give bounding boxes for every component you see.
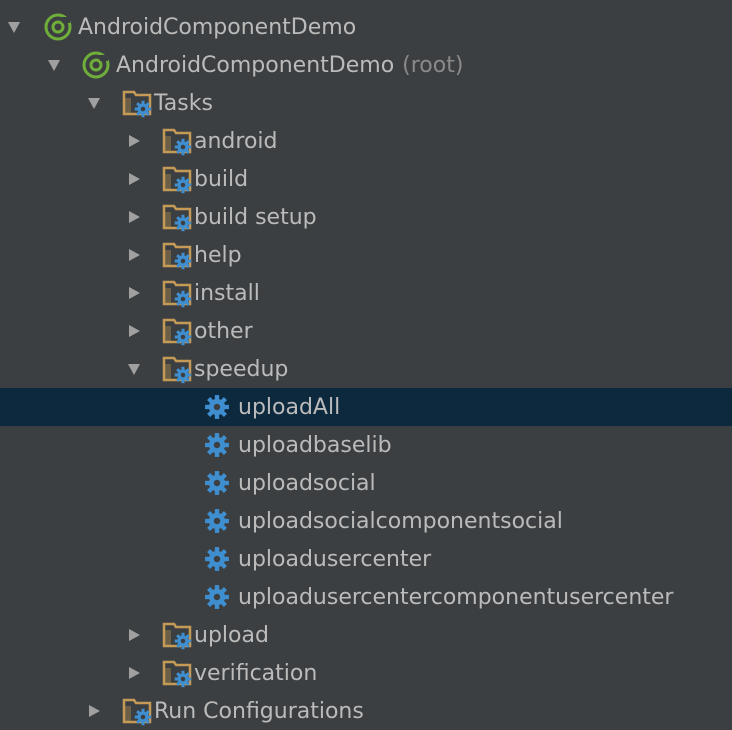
task-label: uploadAll bbox=[238, 394, 341, 420]
tree-node-group-upload[interactable]: upload bbox=[0, 616, 732, 654]
folder-gear-icon bbox=[162, 278, 194, 308]
tree-node-group-build[interactable]: build bbox=[0, 160, 732, 198]
triangle-right-icon[interactable] bbox=[122, 623, 146, 647]
tree-node-label: help bbox=[194, 242, 242, 268]
tree-node-group-android[interactable]: android bbox=[0, 122, 732, 160]
triangle-right-icon[interactable] bbox=[122, 167, 146, 191]
folder-gear-icon bbox=[162, 202, 194, 232]
triangle-down-icon[interactable] bbox=[122, 357, 146, 381]
tree-node-group-speedup[interactable]: speedup bbox=[0, 350, 732, 388]
tree-node-label: upload bbox=[194, 622, 269, 648]
triangle-down-icon[interactable] bbox=[42, 53, 66, 77]
folder-gear-icon bbox=[162, 164, 194, 194]
folder-gear-icon bbox=[122, 88, 154, 118]
gear-icon bbox=[204, 546, 230, 572]
tree-node-label: AndroidComponentDemo bbox=[78, 14, 357, 40]
triangle-down-icon[interactable] bbox=[2, 15, 26, 39]
tree-node-group-build-setup[interactable]: build setup bbox=[0, 198, 732, 236]
task-item-uploadusercentercomponentusercenter[interactable]: uploadusercentercomponentusercenter bbox=[0, 578, 732, 616]
tree-node-label: other bbox=[194, 318, 253, 344]
folder-gear-icon bbox=[162, 316, 194, 346]
root-suffix: (root) bbox=[402, 52, 464, 78]
gradle-task-tree: AndroidComponentDemo AndroidComponentDem… bbox=[0, 0, 732, 712]
tree-node-group-install[interactable]: install bbox=[0, 274, 732, 312]
triangle-right-icon[interactable] bbox=[122, 319, 146, 343]
tree-node-label: AndroidComponentDemo bbox=[116, 52, 395, 78]
task-item-uploadsocial[interactable]: uploadsocial bbox=[0, 464, 732, 502]
triangle-right-icon[interactable] bbox=[122, 661, 146, 685]
tree-node-label: android bbox=[194, 128, 278, 154]
task-item-uploadbaselib[interactable]: uploadbaselib bbox=[0, 426, 732, 464]
folder-gear-icon bbox=[162, 620, 194, 650]
tree-node-project[interactable]: AndroidComponentDemo (root) bbox=[0, 46, 732, 84]
tree-node-label: verification bbox=[194, 660, 318, 686]
gear-icon bbox=[204, 432, 230, 458]
tree-node-group-verification[interactable]: verification bbox=[0, 654, 732, 692]
gear-icon bbox=[204, 470, 230, 496]
triangle-right-icon[interactable] bbox=[122, 129, 146, 153]
gradle-elephant-icon bbox=[44, 13, 72, 41]
gear-icon bbox=[204, 508, 230, 534]
tree-node-label: speedup bbox=[194, 356, 289, 382]
task-label: uploadbaselib bbox=[238, 432, 392, 458]
tree-node-run-configurations[interactable]: Run Configurations bbox=[0, 692, 732, 730]
task-label: uploadusercenter bbox=[238, 546, 432, 572]
tree-node-label: build bbox=[194, 166, 249, 192]
triangle-right-icon[interactable] bbox=[122, 281, 146, 305]
task-item-uploadall[interactable]: uploadAll bbox=[0, 388, 732, 426]
task-item-uploadusercenter[interactable]: uploadusercenter bbox=[0, 540, 732, 578]
triangle-right-icon[interactable] bbox=[122, 243, 146, 267]
folder-gear-icon bbox=[122, 696, 154, 726]
tree-node-label: build setup bbox=[194, 204, 317, 230]
task-label: uploadsocial bbox=[238, 470, 376, 496]
triangle-down-icon[interactable] bbox=[82, 91, 106, 115]
tree-node-tasks[interactable]: Tasks bbox=[0, 84, 732, 122]
triangle-right-icon[interactable] bbox=[122, 205, 146, 229]
gear-icon bbox=[204, 584, 230, 610]
folder-gear-icon bbox=[162, 240, 194, 270]
gradle-elephant-icon bbox=[82, 51, 110, 79]
tree-node-root[interactable]: AndroidComponentDemo bbox=[0, 8, 732, 46]
task-label: uploadusercentercomponentusercenter bbox=[238, 584, 674, 610]
tree-node-label: install bbox=[194, 280, 260, 306]
triangle-right-icon[interactable] bbox=[82, 699, 106, 723]
gear-icon bbox=[204, 394, 230, 420]
tree-node-label: Run Configurations bbox=[154, 698, 364, 724]
tree-node-group-help[interactable]: help bbox=[0, 236, 732, 274]
folder-gear-icon bbox=[162, 658, 194, 688]
task-item-uploadsocialcomponentsocial[interactable]: uploadsocialcomponentsocial bbox=[0, 502, 732, 540]
tree-node-label: Tasks bbox=[154, 90, 213, 116]
folder-gear-icon bbox=[162, 354, 194, 384]
folder-gear-icon bbox=[162, 126, 194, 156]
task-label: uploadsocialcomponentsocial bbox=[238, 508, 563, 534]
tree-node-group-other[interactable]: other bbox=[0, 312, 732, 350]
